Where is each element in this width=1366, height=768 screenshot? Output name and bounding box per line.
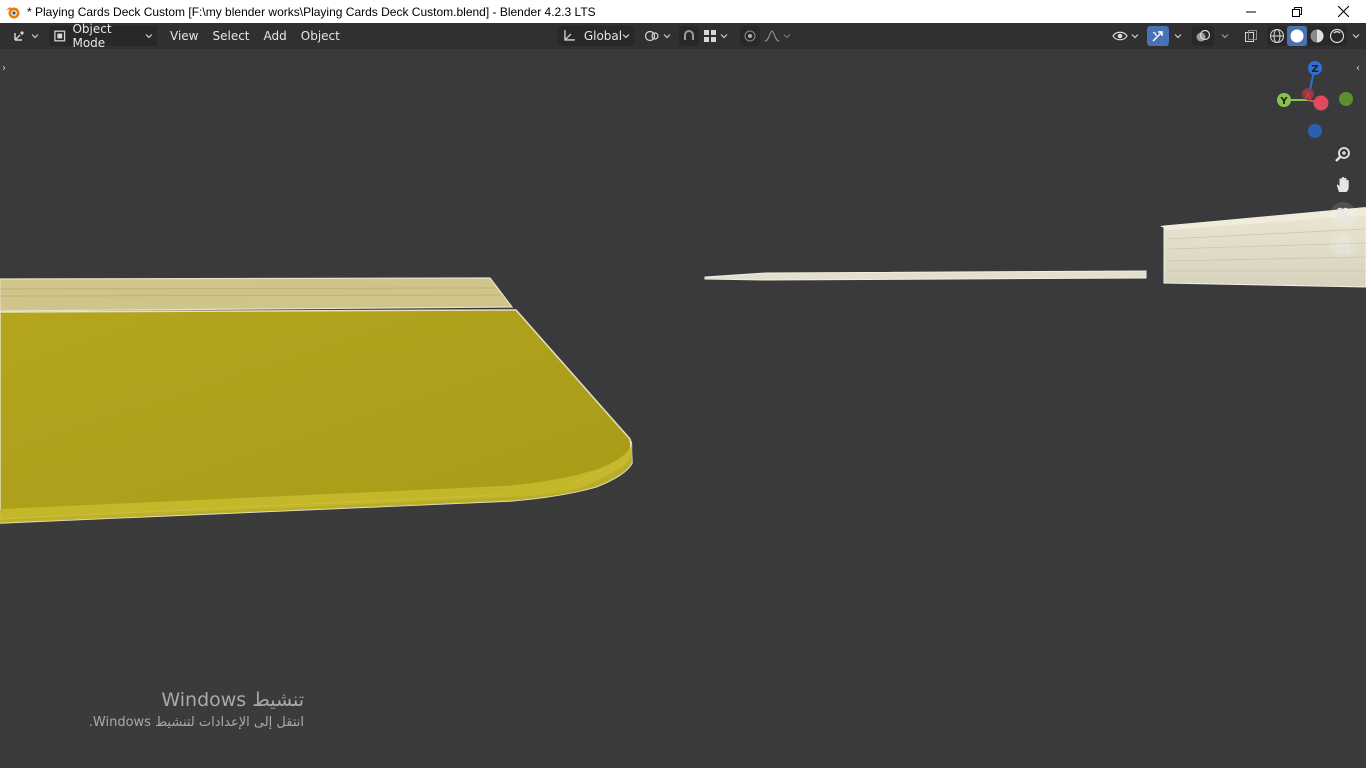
navigation-gizmo[interactable]: Y Z X (1270, 56, 1360, 146)
chevron-down-icon (1221, 34, 1229, 39)
falloff-curve-icon (764, 30, 780, 42)
falloff-button[interactable] (760, 26, 795, 46)
transform-orientation-selector[interactable]: Global (558, 26, 634, 46)
shading-material-button[interactable] (1307, 26, 1327, 46)
chevron-down-icon (1174, 34, 1182, 39)
gizmo-y-label: Y (1279, 96, 1288, 107)
zoom-icon (1335, 147, 1350, 162)
view3d-icon (14, 31, 24, 41)
mode-selector[interactable]: Object Mode (49, 22, 157, 50)
restore-icon (1292, 6, 1302, 17)
snap-magnet-icon (684, 30, 694, 40)
window-title: * Playing Cards Deck Custom [F:\my blend… (27, 4, 596, 19)
windows-activation-watermark: تنشيط Windows انتقل إلى الإعدادات لتنشيط… (40, 688, 304, 734)
gizmo-x-label: X (1305, 91, 1312, 101)
overlay-options-button[interactable] (1214, 26, 1233, 46)
gizmo-x-axis[interactable] (1313, 95, 1329, 111)
gizmo-toggle[interactable] (1147, 26, 1169, 46)
viewport-header: Object Mode View Select Add Object Globa… (0, 22, 1366, 50)
chevron-down-icon (622, 34, 630, 39)
gizmo-neg-z[interactable] (1308, 124, 1322, 138)
editor-type-button[interactable] (8, 26, 43, 46)
activation-title: تنشيط Windows (161, 689, 304, 711)
proportional-edit-toggle[interactable] (740, 26, 760, 46)
chevron-down-icon (31, 34, 39, 39)
chevron-down-icon (720, 34, 728, 39)
gizmo-neg-y[interactable] (1339, 92, 1353, 106)
activation-message: انتقل إلى الإعدادات لتنشيط Windows. (88, 715, 304, 730)
minimize-button[interactable] (1228, 0, 1274, 23)
material-shading-icon (1310, 29, 1324, 43)
restore-button[interactable] (1274, 0, 1320, 23)
shading-solid-button[interactable] (1287, 26, 1307, 46)
xray-icon (1245, 30, 1257, 42)
orientation-label: Global (583, 29, 623, 43)
zoom-button[interactable] (1330, 142, 1356, 168)
close-icon (1337, 6, 1349, 17)
solid-shading-icon (1290, 29, 1304, 43)
menu-object[interactable]: Object (294, 26, 347, 46)
close-button[interactable] (1320, 0, 1366, 23)
xray-toggle[interactable] (1241, 26, 1261, 46)
snap-grid-icon (704, 30, 716, 42)
orientation-icon (564, 30, 575, 41)
shading-rendered-button[interactable] (1327, 26, 1347, 46)
gizmo-icon (1152, 31, 1163, 42)
chevron-down-icon (145, 34, 153, 39)
shading-options-button[interactable] (1347, 26, 1362, 46)
3d-viewport[interactable]: › ‹ Y Z X (0, 49, 1366, 768)
overlay-icon (1196, 29, 1211, 42)
grid-view-icon (1335, 237, 1351, 253)
menu-select[interactable]: Select (205, 26, 256, 46)
minimize-icon (1246, 11, 1256, 12)
chevron-down-icon (1352, 34, 1360, 39)
overlay-toggle[interactable] (1192, 26, 1214, 46)
pivot-point-button[interactable] (640, 26, 675, 46)
rendered-shading-icon (1329, 28, 1345, 44)
shading-wireframe-button[interactable] (1267, 26, 1287, 46)
eye-icon (1112, 31, 1128, 41)
toolbar-expand-arrow[interactable]: › (2, 63, 6, 74)
blender-logo-icon (6, 6, 20, 18)
chevron-down-icon (1131, 34, 1139, 39)
visibility-button[interactable] (1108, 26, 1143, 46)
snap-target-button[interactable] (699, 26, 732, 46)
window-title-bar: * Playing Cards Deck Custom [F:\my blend… (0, 0, 1366, 23)
deck-box-back-strip (0, 277, 514, 312)
camera-icon (1336, 207, 1351, 223)
pivot-icon (644, 30, 659, 42)
scene-render (0, 49, 1366, 768)
menu-view[interactable]: View (163, 26, 205, 46)
proportional-edit-icon (744, 30, 756, 42)
menu-add[interactable]: Add (257, 26, 294, 46)
pan-hand-icon (1336, 177, 1349, 192)
chevron-down-icon (663, 34, 671, 39)
camera-view-button[interactable] (1330, 202, 1356, 228)
object-mode-icon (54, 30, 66, 42)
gizmo-options-button[interactable] (1169, 26, 1184, 46)
chevron-down-icon (783, 34, 791, 39)
wireframe-shading-icon (1270, 29, 1284, 43)
pan-button[interactable] (1330, 172, 1356, 198)
mode-label: Object Mode (72, 22, 112, 50)
snap-toggle[interactable] (679, 26, 699, 46)
perspective-toggle-button[interactable] (1330, 232, 1356, 258)
gizmo-z-label: Z (1311, 64, 1318, 75)
